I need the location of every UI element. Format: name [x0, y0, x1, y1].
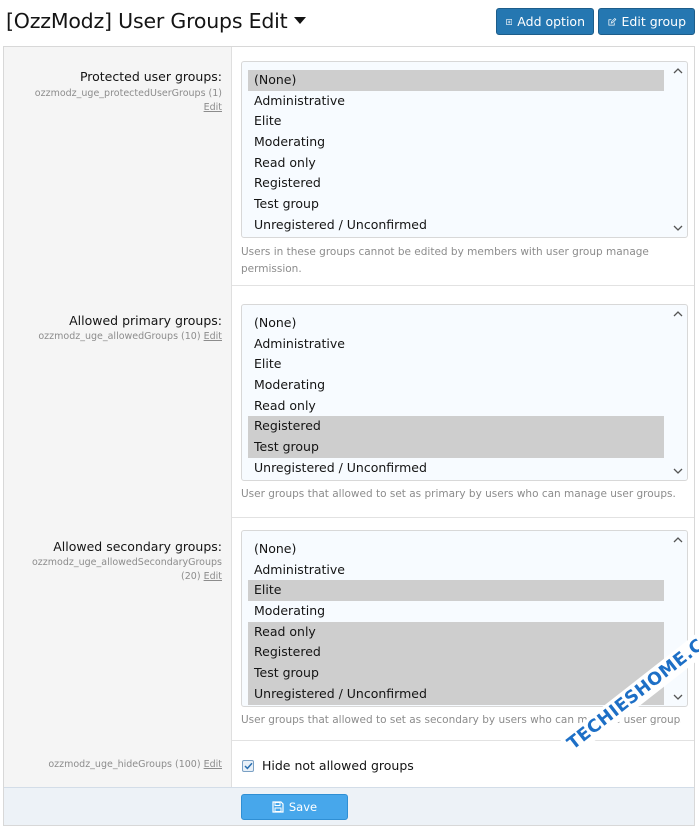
protected-groups-option[interactable]: Unregistered / Unconfirmed [248, 215, 664, 236]
allowed-primary-option[interactable]: Unregistered / Unconfirmed [248, 458, 664, 479]
scroll-down-icon[interactable] [672, 223, 684, 233]
allowed-secondary-key: ozzmodz_uge_allowedSecondaryGroups [31, 557, 222, 568]
allowed-primary-select[interactable]: (None) Administrative Elite Moderating Read … [241, 304, 688, 481]
hide-groups-checkbox[interactable] [242, 759, 254, 772]
allowed-primary-scrollbar[interactable] [672, 305, 684, 480]
protected-groups-option[interactable]: Read only [248, 153, 664, 174]
allowed-secondary-option[interactable]: (None) [248, 539, 664, 560]
save-icon [272, 801, 284, 813]
protected-groups-key: ozzmodz_uge_protectedUserGroups (1) [34, 88, 222, 99]
allowed-primary-key: ozzmodz_uge_allowedGroups (10) [38, 331, 201, 342]
allowed-primary-option[interactable]: Administrative [248, 334, 664, 355]
protected-groups-options: (None) Administrative Elite Moderating Read … [242, 62, 687, 236]
allowed-primary-option[interactable]: Moderating [248, 375, 664, 396]
hide-groups-checkbox-row[interactable]: Hide not allowed groups [242, 758, 414, 773]
edit-group-button[interactable]: Edit group [598, 8, 695, 35]
divider [232, 740, 694, 741]
allowed-primary-key-wrap: ozzmodz_uge_allowedGroups (10) Edit [38, 330, 222, 344]
plus-square-icon [506, 18, 513, 25]
protected-groups-option[interactable]: Elite [248, 111, 664, 132]
form-footer: Save [4, 787, 694, 825]
add-option-label: Add option [517, 14, 585, 29]
page-header: [OzzModz] User Groups Edit Add option Ed… [0, 0, 699, 46]
protected-groups-edit-wrap: Edit [204, 101, 222, 115]
protected-groups-option[interactable]: Test group [248, 194, 664, 215]
label-column [4, 47, 232, 787]
allowed-secondary-edit-link[interactable]: Edit [204, 571, 222, 582]
protected-groups-option[interactable]: (None) [248, 70, 664, 91]
allowed-primary-edit-link[interactable]: Edit [204, 331, 222, 342]
hide-groups-edit-link[interactable]: Edit [204, 759, 222, 770]
scroll-up-icon[interactable] [672, 309, 684, 319]
allowed-secondary-key2-wrap: (20) Edit [181, 570, 222, 584]
protected-groups-label: Protected user groups: [79, 69, 222, 84]
allowed-secondary-option[interactable]: Registered [248, 642, 664, 664]
allowed-primary-option[interactable]: Test group [248, 437, 664, 458]
allowed-secondary-key2: (20) [181, 571, 201, 582]
protected-groups-select[interactable]: (None) Administrative Elite Moderating Read … [241, 61, 688, 238]
allowed-secondary-option[interactable]: Elite [248, 580, 664, 602]
hide-groups-checkbox-label: Hide not allowed groups [262, 758, 414, 773]
allowed-secondary-options: (None) Administrative Elite Moderating Read … [242, 531, 687, 705]
allowed-primary-option[interactable]: (None) [248, 313, 664, 334]
save-button[interactable]: Save [241, 794, 348, 820]
add-option-button[interactable]: Add option [496, 8, 594, 35]
allowed-primary-option[interactable]: Elite [248, 354, 664, 375]
divider [232, 517, 694, 518]
scroll-up-icon[interactable] [672, 535, 684, 545]
scroll-down-icon[interactable] [672, 466, 684, 476]
allowed-secondary-label: Allowed secondary groups: [53, 539, 222, 554]
allowed-primary-options: (None) Administrative Elite Moderating Read … [242, 305, 687, 479]
allowed-secondary-option[interactable]: Unregistered / Unconfirmed [248, 683, 664, 705]
chevron-down-icon[interactable] [293, 16, 306, 24]
allowed-secondary-option[interactable]: Read only [248, 621, 664, 643]
allowed-secondary-select[interactable]: (None) Administrative Elite Moderating Read … [241, 530, 688, 707]
options-form: Protected user groups: ozzmodz_uge_prote… [3, 46, 695, 826]
page-title[interactable]: [OzzModz] User Groups Edit [6, 9, 306, 33]
protected-groups-explain: Users in these groups cannot be edited b… [241, 246, 649, 275]
edit-group-label: Edit group [621, 14, 686, 29]
save-label: Save [288, 800, 318, 814]
protected-groups-edit-link[interactable]: Edit [204, 102, 222, 113]
allowed-primary-option[interactable]: Registered [248, 416, 664, 438]
scroll-up-icon[interactable] [672, 66, 684, 76]
protected-groups-option[interactable]: Administrative [248, 91, 664, 112]
checkmark-icon [243, 762, 253, 769]
hide-groups-key-wrap: ozzmodz_uge_hideGroups (100) Edit [48, 758, 222, 772]
protected-groups-option[interactable]: Moderating [248, 132, 664, 153]
edit-icon [608, 17, 617, 25]
page-title-text: [OzzModz] User Groups Edit [6, 9, 288, 33]
hide-groups-key: ozzmodz_uge_hideGroups (100) [48, 759, 201, 770]
allowed-secondary-option[interactable]: Administrative [248, 560, 664, 581]
allowed-primary-label: Allowed primary groups: [69, 313, 222, 328]
protected-groups-scrollbar[interactable] [672, 62, 684, 237]
allowed-secondary-option[interactable]: Moderating [248, 601, 664, 622]
allowed-primary-option[interactable]: Read only [248, 396, 664, 417]
divider [232, 285, 694, 286]
allowed-secondary-option[interactable]: Test group [248, 663, 664, 684]
allowed-primary-explain: User groups that allowed to set as prima… [241, 488, 676, 500]
protected-groups-option[interactable]: Registered [248, 173, 664, 194]
